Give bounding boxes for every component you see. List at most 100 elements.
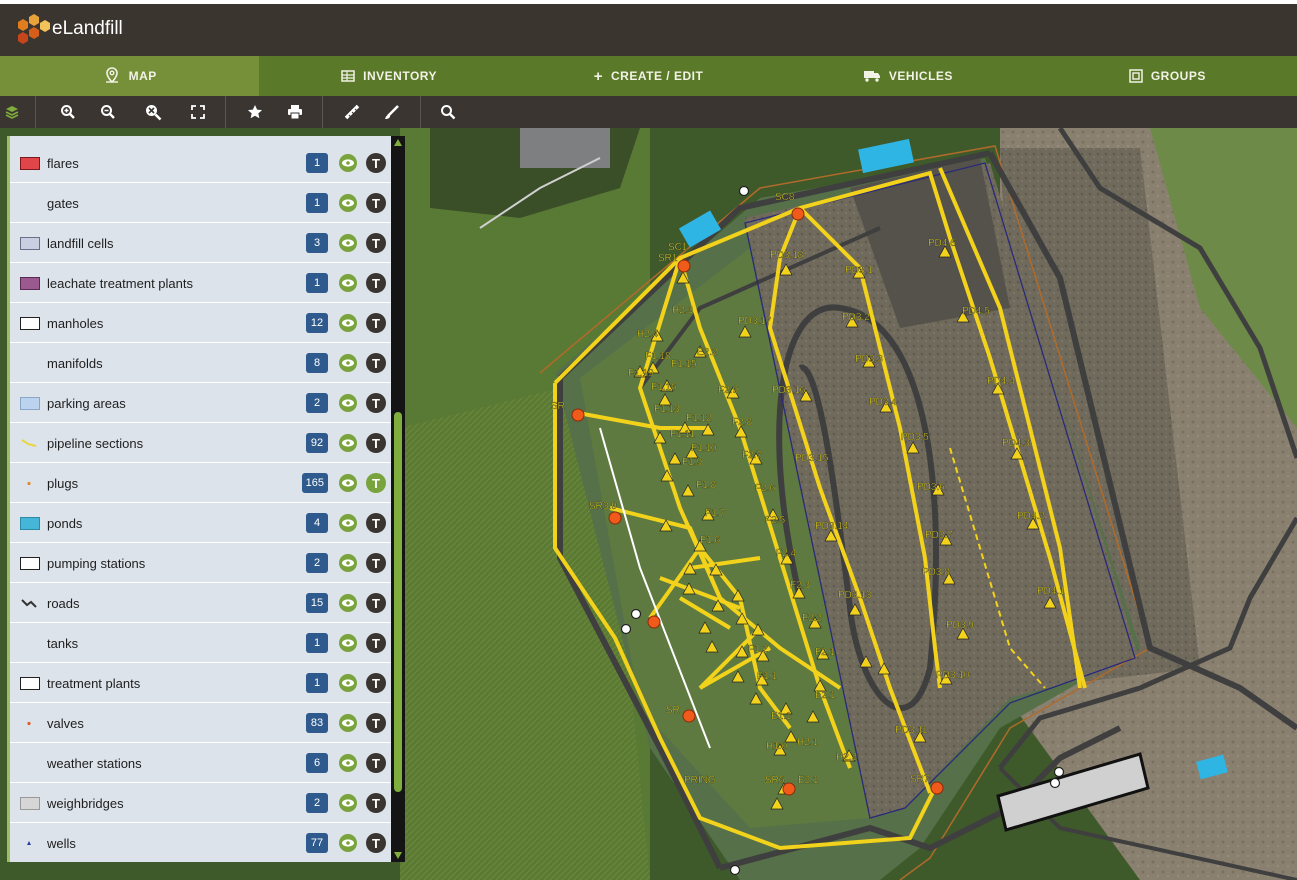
visibility-eye-icon[interactable] <box>338 313 358 333</box>
text-labels-toggle[interactable]: T <box>366 473 386 493</box>
layer-row-pipeline-sections[interactable]: pipeline sections 92 T <box>10 424 394 463</box>
tab-map[interactable]: MAP <box>0 56 260 96</box>
scrollbar-thumb[interactable] <box>394 412 402 792</box>
svg-text:F2.1: F2.1 <box>815 647 835 658</box>
text-labels-toggle[interactable]: T <box>366 193 386 213</box>
text-labels-toggle[interactable]: T <box>366 313 386 333</box>
visibility-eye-icon[interactable] <box>338 273 358 293</box>
visibility-eye-icon[interactable] <box>338 793 358 813</box>
visibility-eye-icon[interactable] <box>338 233 358 253</box>
app-logo-icon[interactable] <box>12 14 52 48</box>
text-labels-toggle[interactable]: T <box>366 833 386 853</box>
layer-row-manholes[interactable]: manholes 12 T <box>10 304 394 343</box>
layer-swatch <box>20 516 40 530</box>
visibility-eye-icon[interactable] <box>338 433 358 453</box>
layer-row-roads[interactable]: roads 15 T <box>10 584 394 623</box>
text-labels-toggle[interactable]: T <box>366 593 386 613</box>
visibility-eye-icon[interactable] <box>338 353 358 373</box>
layer-row-plugs[interactable]: plugs 165 T <box>10 464 394 503</box>
layer-row-weighbridges[interactable]: weighbridges 2 T <box>10 784 394 823</box>
visibility-eye-icon[interactable] <box>338 673 358 693</box>
layer-row-wells[interactable]: wells 77 T <box>10 824 394 862</box>
visibility-eye-icon[interactable] <box>338 513 358 533</box>
layer-row-flares[interactable]: flares 1 T <box>10 144 394 183</box>
layer-name: parking areas <box>47 395 126 411</box>
layer-count-badge: 77 <box>306 833 328 853</box>
svg-text:F1.7: F1.7 <box>705 508 725 519</box>
text-labels-toggle[interactable]: T <box>366 553 386 573</box>
visibility-eye-icon[interactable] <box>338 593 358 613</box>
layer-name: ponds <box>47 515 83 531</box>
layer-count-badge: 92 <box>306 433 328 453</box>
svg-text:PD3.9: PD3.9 <box>946 620 974 631</box>
visibility-eye-icon[interactable] <box>338 713 358 733</box>
layer-row-weather-stations[interactable]: weather stations 6 T <box>10 744 394 783</box>
measure-ruler-icon[interactable] <box>340 100 364 124</box>
text-labels-toggle[interactable]: T <box>366 353 386 373</box>
visibility-eye-icon[interactable] <box>338 153 358 173</box>
layer-row-gates[interactable]: gates 1 T <box>10 184 394 223</box>
svg-text:PD3.5: PD3.5 <box>901 432 929 443</box>
well-triangle-icon <box>27 840 31 845</box>
tab-groups[interactable]: GROUPS <box>1038 56 1297 96</box>
layer-row-tanks[interactable]: tanks 1 T <box>10 624 394 663</box>
svg-text:PD3.10: PD3.10 <box>936 670 970 681</box>
svg-text:F1.18: F1.18 <box>645 351 671 362</box>
visibility-eye-icon[interactable] <box>338 633 358 653</box>
layer-count-badge: 3 <box>306 233 328 253</box>
tab-groups-label: GROUPS <box>1150 69 1206 83</box>
visibility-eye-icon[interactable] <box>338 473 358 493</box>
layer-row-pumping-stations[interactable]: pumping stations 2 T <box>10 544 394 583</box>
visibility-eye-icon[interactable] <box>338 393 358 413</box>
toolbar-separator <box>225 96 226 128</box>
tab-inventory[interactable]: INVENTORY <box>259 56 518 96</box>
text-labels-toggle[interactable]: T <box>366 793 386 813</box>
text-labels-toggle[interactable]: T <box>366 713 386 733</box>
tab-vehicles[interactable]: VEHICLES <box>778 56 1037 96</box>
text-labels-toggle[interactable]: T <box>366 233 386 253</box>
layer-row-landfill-cells[interactable]: landfill cells 3 T <box>10 224 394 263</box>
layer-row-parking-areas[interactable]: parking areas 2 T <box>10 384 394 423</box>
layer-row-treatment-plants[interactable]: treatment plants 1 T <box>10 664 394 703</box>
layer-row-manifolds[interactable]: manifolds 8 T <box>10 344 394 383</box>
layer-row-ponds[interactable]: ponds 4 T <box>10 504 394 543</box>
text-labels-toggle[interactable]: T <box>366 433 386 453</box>
svg-text:F1.11: F1.11 <box>670 429 695 440</box>
visibility-eye-icon[interactable] <box>338 753 358 773</box>
search-icon[interactable] <box>436 100 460 124</box>
fullscreen-icon[interactable] <box>186 100 210 124</box>
text-labels-toggle[interactable]: T <box>366 753 386 773</box>
text-labels-toggle[interactable]: T <box>366 513 386 533</box>
visibility-eye-icon[interactable] <box>338 193 358 213</box>
svg-text:PD3.2: PD3.2 <box>842 312 870 323</box>
svg-text:F2.4: F2.4 <box>776 548 796 559</box>
tab-create-edit[interactable]: + CREATE / EDIT <box>519 56 778 96</box>
text-labels-toggle[interactable]: T <box>366 153 386 173</box>
draw-icon[interactable] <box>380 100 404 124</box>
layer-name: plugs <box>47 475 79 491</box>
layer-swatch <box>20 316 40 330</box>
layers-panel-scrollbar[interactable] <box>391 136 405 862</box>
text-labels-toggle[interactable]: T <box>366 273 386 293</box>
svg-text:PD4.2: PD4.2 <box>1017 511 1045 522</box>
pipeline-swatch-icon <box>21 439 37 447</box>
zoom-in-icon[interactable] <box>56 100 80 124</box>
zoom-out-icon[interactable] <box>96 100 120 124</box>
text-labels-toggle[interactable]: T <box>366 633 386 653</box>
layer-row-leachate-treatment-plants[interactable]: leachate treatment plants 1 T <box>10 264 394 303</box>
layers-icon[interactable] <box>0 100 24 124</box>
svg-text:H2.1: H2.1 <box>797 737 819 748</box>
scroll-up-arrow-icon[interactable] <box>394 139 402 146</box>
layer-count-badge: 8 <box>306 353 328 373</box>
print-icon[interactable] <box>283 100 307 124</box>
scroll-down-arrow-icon[interactable] <box>394 852 402 859</box>
text-labels-toggle[interactable]: T <box>366 673 386 693</box>
visibility-eye-icon[interactable] <box>338 833 358 853</box>
text-labels-toggle[interactable]: T <box>366 393 386 413</box>
layer-name: manifolds <box>47 355 103 371</box>
layer-row-valves[interactable]: valves 83 T <box>10 704 394 743</box>
zoom-reset-icon[interactable] <box>141 100 165 124</box>
visibility-eye-icon[interactable] <box>338 553 358 573</box>
favorite-star-icon[interactable] <box>243 100 267 124</box>
toolbar-separator <box>35 96 36 128</box>
